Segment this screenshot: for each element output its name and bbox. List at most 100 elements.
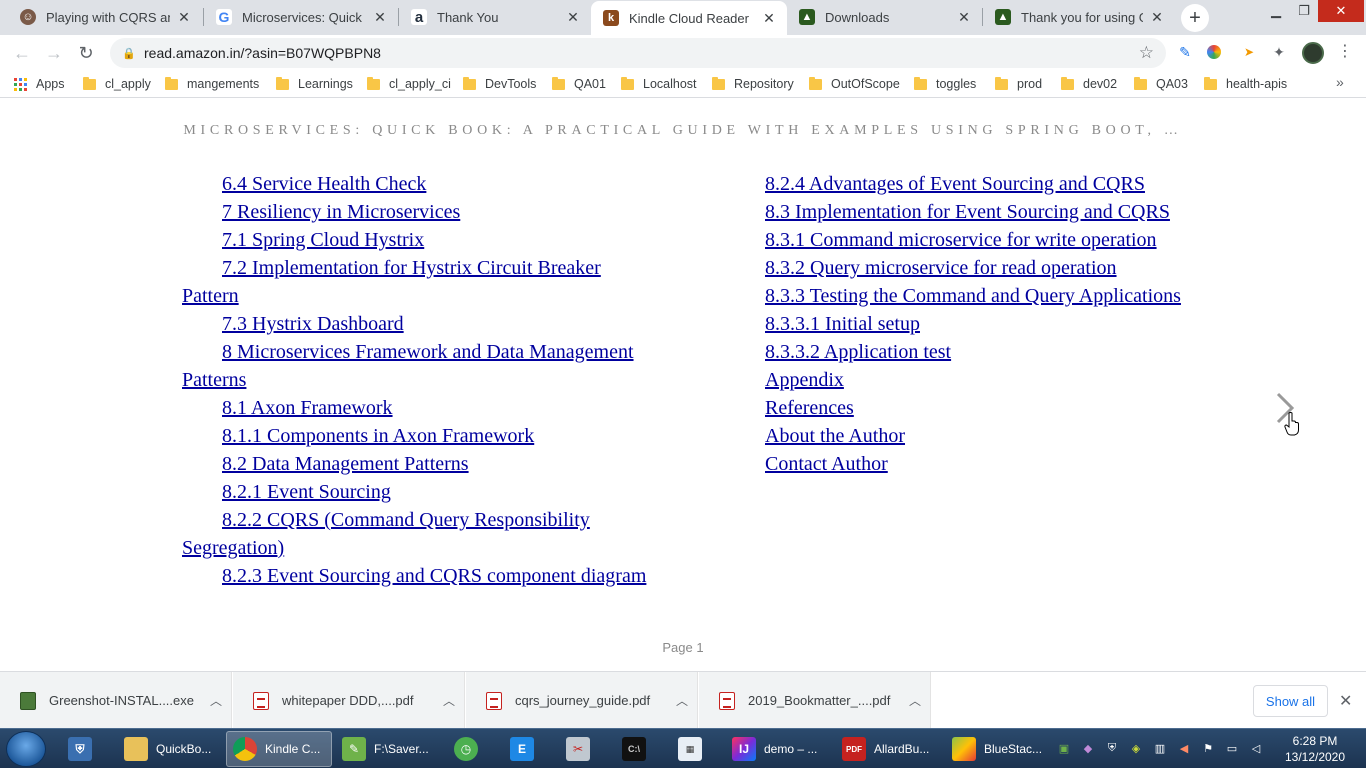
toc-link[interactable]: 8.2.1 Event Sourcing — [222, 481, 391, 503]
address-text[interactable]: read.amazon.in/?asin=B07WQPBPN8 — [144, 45, 381, 61]
taskbar-item[interactable]: ✂ — [560, 731, 604, 767]
taskbar-item[interactable]: PDF AllardBu... — [836, 731, 942, 767]
toc-link[interactable]: 8.3.3 Testing the Command and Query Appl… — [765, 285, 1181, 307]
reload-button[interactable]: ↻ — [72, 39, 100, 67]
chevron-up-icon[interactable]: ︿ — [434, 692, 464, 709]
tray-flag-icon[interactable]: ⚑ — [1201, 741, 1215, 755]
download-item[interactable]: Greenshot-INSTAL....exe ︿ — [0, 672, 232, 729]
close-icon[interactable]: ✕ — [176, 9, 192, 25]
close-download-shelf-icon[interactable]: ✕ — [1339, 691, 1352, 711]
close-icon[interactable]: ✕ — [956, 9, 972, 25]
download-item[interactable]: cqrs_journey_guide.pdf ︿ — [466, 672, 698, 729]
tray-app-icon[interactable]: ◆ — [1081, 741, 1095, 755]
tab-kindle-cloud-reader[interactable]: k Kindle Cloud Reader ✕ — [591, 1, 787, 35]
toc-link[interactable]: Appendix — [765, 369, 844, 391]
bookmark-folder[interactable]: dev02 — [1061, 75, 1117, 93]
toc-link[interactable]: 8.3 Implementation for Event Sourcing an… — [765, 201, 1170, 223]
tray-shield-icon[interactable]: ⛨ — [1105, 741, 1119, 755]
toc-link[interactable]: 8 Microservices Framework and Data Manag… — [182, 341, 634, 391]
extensions-puzzle-icon[interactable]: ✦ — [1270, 43, 1288, 61]
color-picker-extension-icon[interactable] — [1207, 45, 1221, 59]
tray-app-icon[interactable]: ▣ — [1057, 741, 1071, 755]
system-clock[interactable]: 6:28 PM 13/12/2020 — [1280, 733, 1350, 765]
tray-app-icon[interactable]: ◀ — [1177, 741, 1191, 755]
bookmark-folder[interactable]: toggles — [914, 75, 976, 93]
download-item[interactable]: 2019_Bookmatter_....pdf ︿ — [699, 672, 931, 729]
bookmark-folder[interactable]: Repository — [712, 75, 794, 93]
eyedropper-extension-icon[interactable]: ✎ — [1176, 43, 1194, 61]
address-bar[interactable]: 🔒 read.amazon.in/?asin=B07WQPBPN8 ☆ — [110, 38, 1166, 68]
tab-downloads[interactable]: ▲ Downloads ✕ — [787, 0, 982, 34]
bookmark-folder[interactable]: health-apis — [1204, 75, 1287, 93]
show-all-button[interactable]: Show all — [1253, 685, 1328, 717]
bookmark-star-icon[interactable]: ☆ — [1139, 43, 1154, 63]
toc-link[interactable]: 8.2.2 CQRS (Command Query Responsibility… — [182, 509, 590, 559]
toc-link[interactable]: 7.2 Implementation for Hystrix Circuit B… — [182, 257, 601, 307]
tray-app-icon[interactable]: ◈ — [1129, 741, 1143, 755]
bookmark-folder[interactable]: mangements — [165, 75, 259, 93]
toc-link[interactable]: 8.3.3.1 Initial setup — [765, 313, 920, 335]
taskbar-item[interactable]: BlueStac... — [946, 731, 1052, 767]
minimize-icon[interactable]: ▁ — [1262, 0, 1290, 22]
bookmarks-overflow-button[interactable]: » — [1336, 74, 1344, 90]
toc-link[interactable]: 8.1.1 Components in Axon Framework — [222, 425, 534, 447]
close-icon[interactable]: ✕ — [1149, 9, 1165, 25]
back-button[interactable]: ← — [8, 39, 36, 67]
toc-link[interactable]: 8.2.3 Event Sourcing and CQRS component … — [222, 565, 646, 587]
toc-link[interactable]: 8.1 Axon Framework — [222, 397, 393, 419]
toc-link[interactable]: 8.3.1 Command microservice for write ope… — [765, 229, 1157, 251]
chevron-up-icon[interactable]: ︿ — [201, 692, 231, 709]
toc-link[interactable]: 7.1 Spring Cloud Hystrix — [222, 229, 424, 251]
taskbar-item[interactable]: ◷ — [448, 731, 492, 767]
toc-link[interactable]: References — [765, 397, 854, 419]
taskbar-item[interactable]: C:\ — [616, 731, 660, 767]
tab-greenshot-thanks[interactable]: ▲ Thank you for using Gree ✕ — [983, 0, 1175, 34]
close-icon[interactable]: ✕ — [372, 9, 388, 25]
window-close-icon[interactable]: ✕ — [1318, 0, 1364, 22]
toc-link[interactable]: About the Author — [765, 425, 905, 447]
bookmark-folder[interactable]: cl_apply_ci — [367, 75, 451, 93]
lock-icon[interactable]: 🔒 — [122, 46, 136, 60]
bookmark-folder[interactable]: QA01 — [552, 75, 606, 93]
menu-kebab-icon[interactable]: ⋮ — [1337, 42, 1353, 62]
taskbar-item[interactable]: IJ demo – ... — [726, 731, 832, 767]
taskbar-item[interactable]: E — [504, 731, 548, 767]
bookmark-folder[interactable]: prod — [995, 75, 1042, 93]
start-button[interactable] — [6, 731, 46, 767]
chevron-up-icon[interactable]: ︿ — [900, 692, 930, 709]
taskbar-item[interactable]: ⛨ — [62, 731, 108, 767]
close-icon[interactable]: ✕ — [565, 9, 581, 25]
toc-link[interactable]: 8.2.4 Advantages of Event Sourcing and C… — [765, 173, 1145, 195]
toc-link[interactable]: 7.3 Hystrix Dashboard — [222, 313, 404, 335]
tray-display-icon[interactable]: ▭ — [1225, 741, 1239, 755]
taskbar-item[interactable]: Kindle C... — [226, 731, 332, 767]
toc-link[interactable]: 6.4 Service Health Check — [222, 173, 426, 195]
toc-link[interactable]: 7 Resiliency in Microservices — [222, 201, 460, 223]
tray-volume-icon[interactable]: ◁ — [1249, 741, 1263, 755]
bookmark-folder[interactable]: Learnings — [276, 75, 353, 93]
toc-link[interactable]: 8.2 Data Management Patterns — [222, 453, 469, 475]
profile-avatar[interactable] — [1302, 42, 1324, 64]
taskbar-item[interactable]: QuickBo... — [118, 731, 224, 767]
tab-cqrs[interactable]: ☺ Playing with CQRS and E ✕ — [8, 0, 202, 34]
tab-thank-you[interactable]: a Thank You ✕ — [399, 0, 591, 34]
maximize-icon[interactable]: ❐ — [1290, 0, 1318, 22]
arrow-extension-icon[interactable]: ➤ — [1240, 43, 1258, 61]
bookmark-folder[interactable]: QA03 — [1134, 75, 1188, 93]
bookmark-folder[interactable]: Localhost — [621, 75, 697, 93]
toc-link[interactable]: Contact Author — [765, 453, 888, 475]
new-tab-button[interactable]: + — [1181, 4, 1209, 32]
taskbar-item[interactable]: ▦ — [672, 731, 716, 767]
bookmark-folder[interactable]: DevTools — [463, 75, 536, 93]
tray-network-icon[interactable]: ▥ — [1153, 741, 1167, 755]
taskbar-item[interactable]: ✎ F:\Saver... — [336, 731, 442, 767]
bookmark-folder[interactable]: cl_apply — [83, 75, 151, 93]
toc-link[interactable]: 8.3.2 Query microservice for read operat… — [765, 257, 1117, 279]
tab-microservices[interactable]: G Microservices: Quick Boo ✕ — [204, 0, 398, 34]
bookmark-folder[interactable]: OutOfScope — [809, 75, 900, 93]
chevron-up-icon[interactable]: ︿ — [667, 692, 697, 709]
close-icon[interactable]: ✕ — [761, 10, 777, 26]
bookmark-apps[interactable]: Apps — [14, 75, 65, 93]
forward-button[interactable]: → — [40, 39, 68, 67]
download-item[interactable]: whitepaper DDD,....pdf ︿ — [233, 672, 465, 729]
